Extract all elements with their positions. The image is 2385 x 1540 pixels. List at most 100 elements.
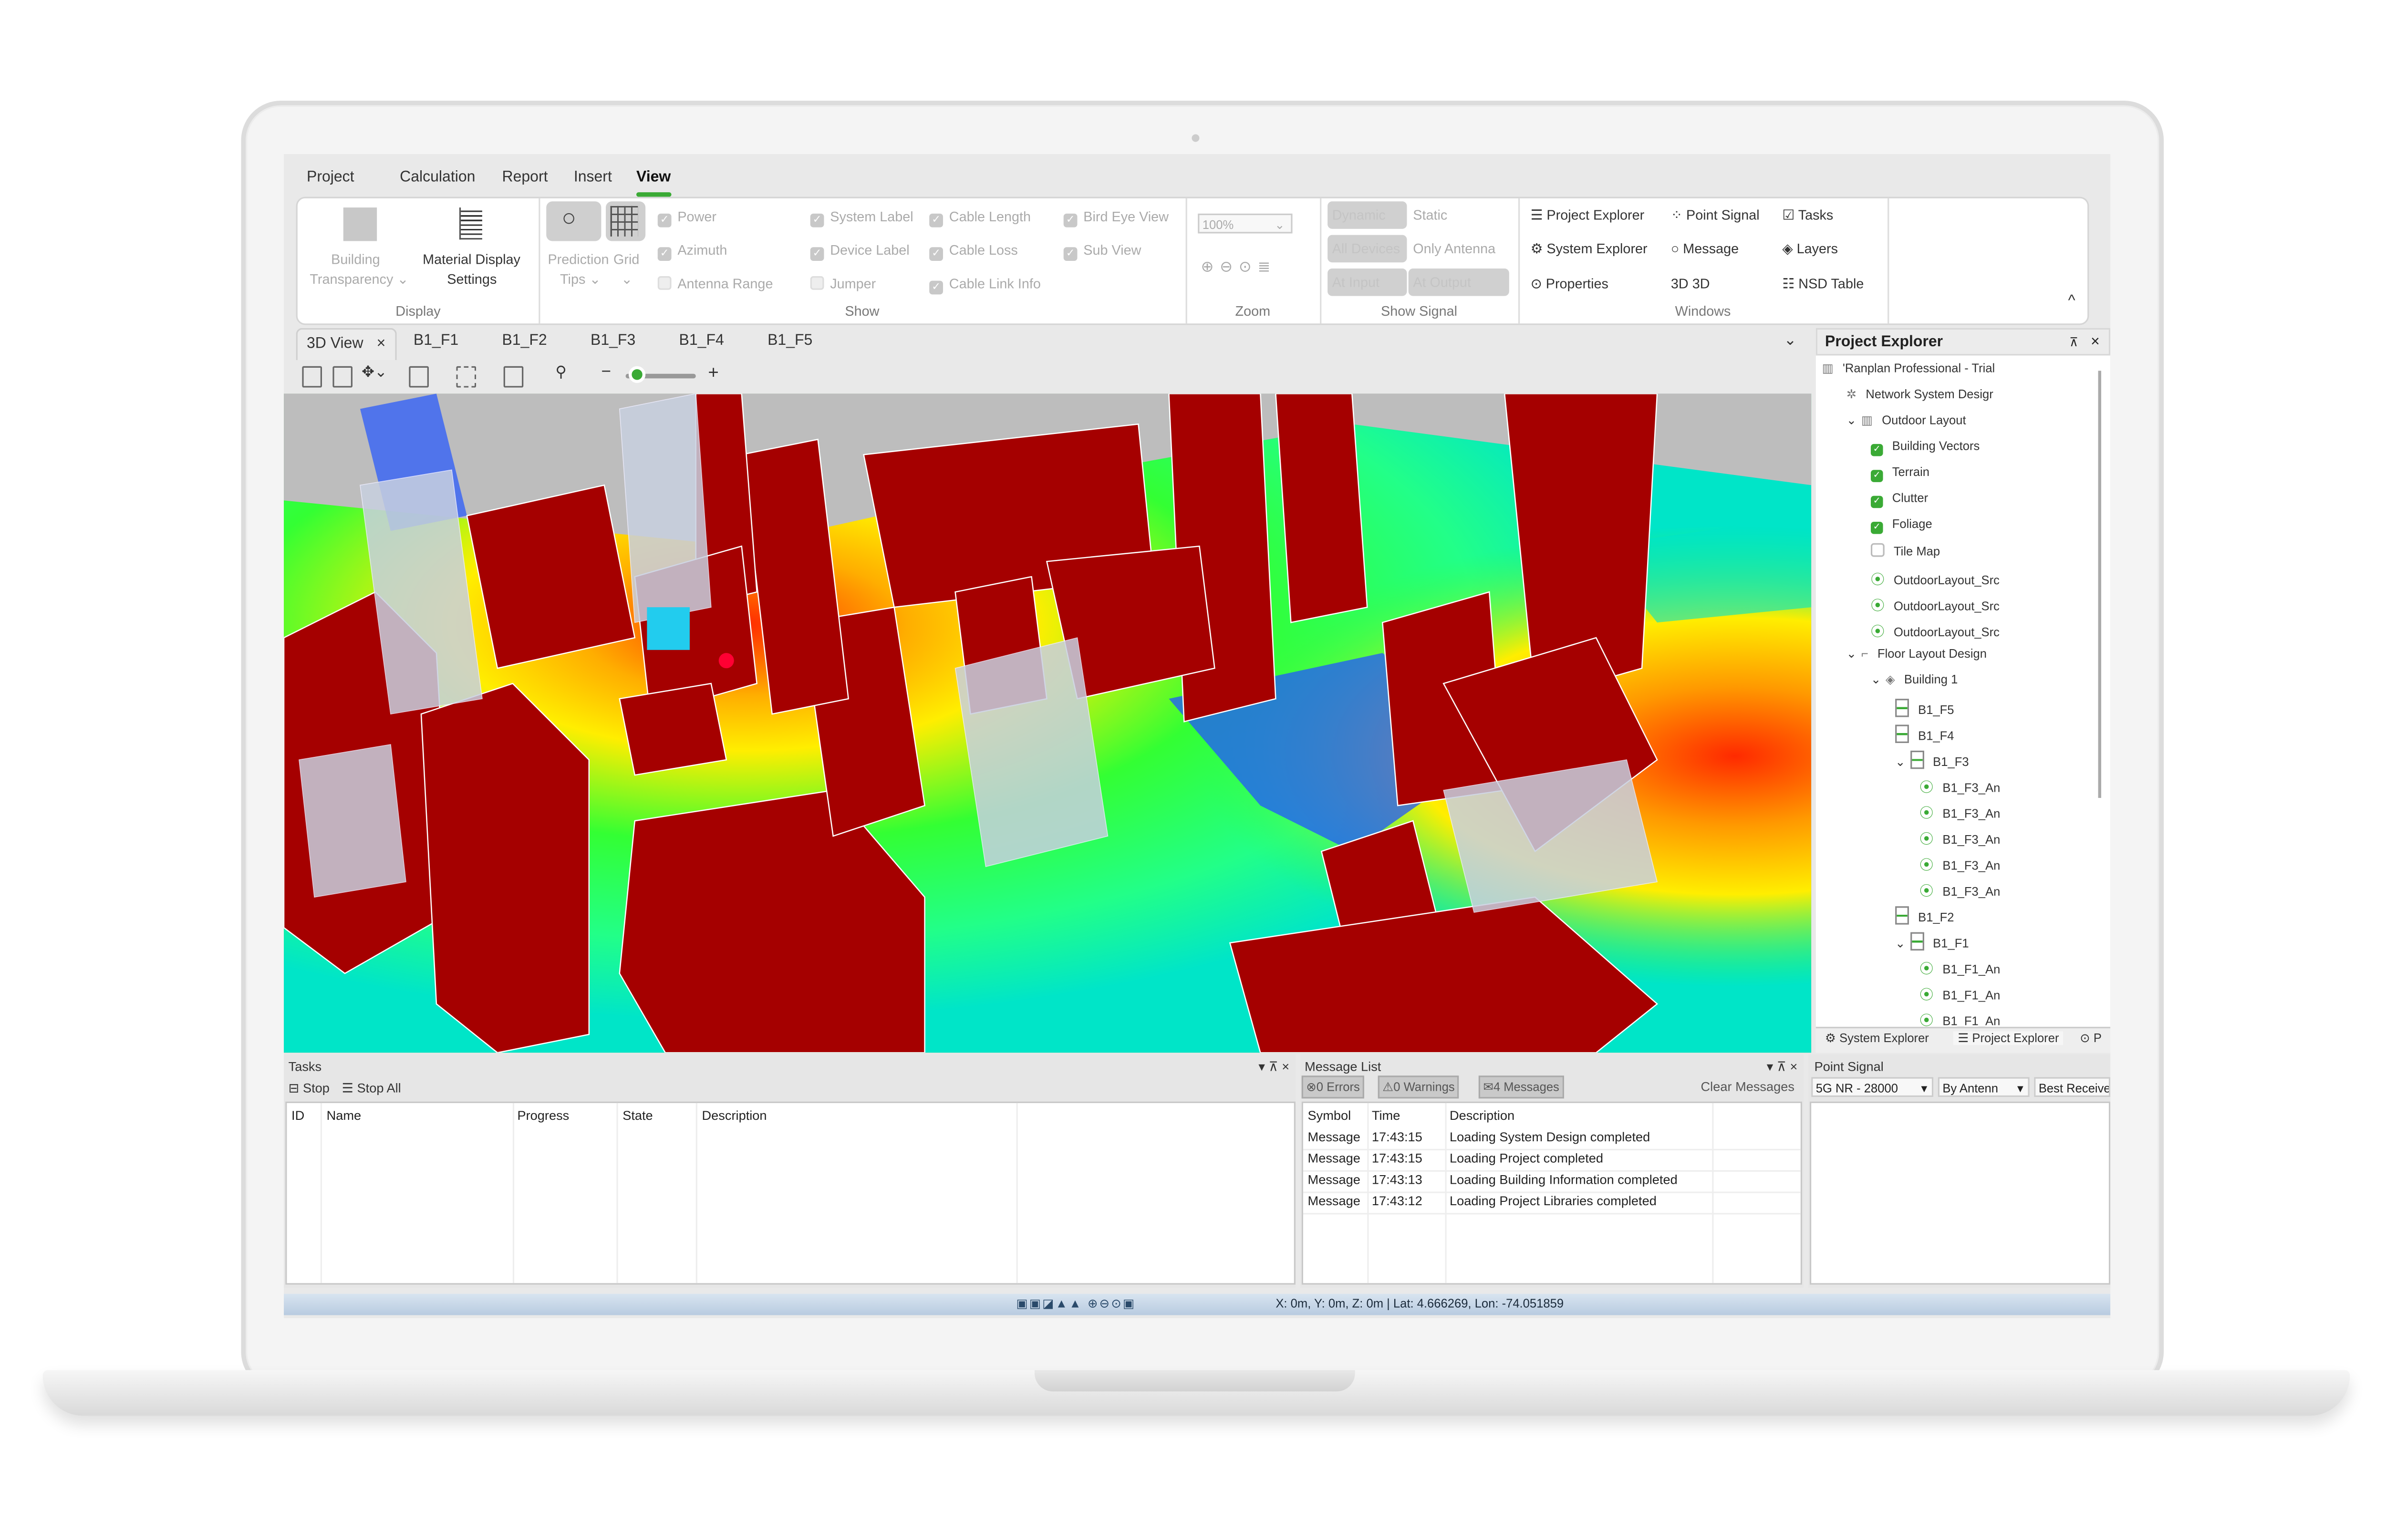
zoom-out-icon[interactable]: ⊖ bbox=[1220, 259, 1239, 276]
zoom-plus-icon[interactable]: + bbox=[708, 362, 718, 383]
tree-item[interactable]: ⦿ B1_F3_An bbox=[1919, 880, 2000, 900]
checkbox-power[interactable]: ✓ Power bbox=[657, 209, 716, 227]
tab-b1-f4[interactable]: B1_F4 bbox=[679, 332, 724, 349]
errors-filter[interactable]: ⊗0 Errors bbox=[1301, 1075, 1365, 1099]
menu-report[interactable]: Report bbox=[502, 169, 548, 186]
warnings-filter[interactable]: ⚠0 Warnings bbox=[1378, 1075, 1460, 1099]
3d-viewport[interactable] bbox=[284, 393, 1812, 1053]
checkbox-system-label[interactable]: ✓ System Label bbox=[810, 209, 913, 227]
metric-select[interactable]: Best Receive bbox=[2034, 1077, 2111, 1097]
building-transparency-button[interactable]: Building bbox=[331, 252, 380, 267]
stop-button[interactable]: ⊟ Stop bbox=[289, 1079, 330, 1097]
window-3d[interactable]: 3D 3D bbox=[1671, 276, 1710, 291]
tree-item[interactable]: ⦿ OutdoorLayout_Src bbox=[1871, 595, 2000, 615]
window-system-explorer[interactable]: ⚙ System Explorer bbox=[1531, 241, 1648, 258]
close-tab-icon[interactable]: × bbox=[377, 336, 386, 352]
window-point-signal[interactable]: ⁘ Point Signal bbox=[1671, 207, 1760, 224]
at-input-button[interactable]: At Input bbox=[1327, 269, 1407, 296]
all-devices-button[interactable]: All Devices bbox=[1327, 235, 1407, 263]
tree-item[interactable]: ⌄ ◈ Building 1 bbox=[1871, 673, 1958, 687]
tree-item[interactable]: ⌄ B1_F1 bbox=[1895, 932, 1969, 951]
tree-checkbox[interactable]: ✓ bbox=[1870, 522, 1883, 534]
tree-item[interactable]: ⌄ ⌐ Floor Layout Design bbox=[1846, 647, 1987, 661]
zoom-select[interactable]: 100% ⌄ bbox=[1198, 213, 1293, 234]
tree-checkbox[interactable]: ✓ bbox=[1870, 496, 1883, 508]
stop-all-button[interactable]: ☰ Stop All bbox=[342, 1079, 401, 1097]
checkbox-device-label[interactable]: ✓ Device Label bbox=[810, 243, 910, 261]
box-view-icon[interactable] bbox=[409, 366, 429, 388]
dynamic-button[interactable]: Dynamic bbox=[1327, 201, 1407, 229]
checkbox-azimuth[interactable]: ✓ Azimuth bbox=[657, 243, 727, 261]
expand-chevron-icon[interactable]: ⌄ bbox=[1846, 647, 1856, 661]
tab-b1-f1[interactable]: B1_F1 bbox=[414, 332, 458, 349]
window-nsd-table[interactable]: ☷ NSD Table bbox=[1782, 276, 1864, 293]
tree-item[interactable]: ⦿ OutdoorLayout_Src bbox=[1871, 569, 2000, 589]
grid-dropdown-icon[interactable]: ⌄ bbox=[621, 271, 633, 288]
tree-item[interactable]: ⦿ OutdoorLayout_Src bbox=[1871, 621, 2000, 641]
tabs-dropdown-icon[interactable]: ⌄ bbox=[1784, 332, 1797, 349]
tree-item[interactable]: B1_F5 bbox=[1895, 699, 1954, 717]
checkbox-jumper[interactable]: Jumper bbox=[810, 276, 876, 291]
window-properties[interactable]: ⊙ Properties bbox=[1531, 276, 1608, 293]
expand-chevron-icon[interactable]: ⌄ bbox=[1895, 937, 1905, 951]
material-display-button[interactable]: Material Display bbox=[423, 252, 520, 267]
checkbox-bird-eye-view[interactable]: ✓ Bird Eye View bbox=[1063, 209, 1169, 227]
zoom-slider[interactable] bbox=[625, 366, 696, 383]
tree-item[interactable]: ⦿ B1_F1_An bbox=[1919, 958, 2000, 978]
zoom-in-icon[interactable]: ⊕ bbox=[1201, 259, 1220, 276]
tree-checkbox[interactable]: ✓ bbox=[1870, 444, 1883, 456]
zoom-slider-handle[interactable] bbox=[628, 366, 645, 383]
window-project-explorer[interactable]: ☰ Project Explorer bbox=[1531, 207, 1645, 224]
menu-insert[interactable]: Insert bbox=[574, 169, 612, 186]
display-mode-icon[interactable] bbox=[503, 366, 524, 388]
static-button[interactable]: Static bbox=[1413, 207, 1447, 223]
close-icon[interactable]: × bbox=[1790, 1059, 1798, 1074]
tree-item[interactable]: ⦿ B1_F3_An bbox=[1919, 854, 2000, 874]
tab-b1-f3[interactable]: B1_F3 bbox=[591, 332, 635, 349]
window-tasks[interactable]: ☑ Tasks bbox=[1782, 207, 1833, 224]
checkbox-sub-view[interactable]: ✓ Sub View bbox=[1063, 243, 1141, 261]
tree-item[interactable]: ▥ 'Ranplan Professional - Trial bbox=[1822, 362, 1995, 375]
expand-chevron-icon[interactable]: ⌄ bbox=[1895, 755, 1905, 769]
grid-button[interactable] bbox=[606, 201, 646, 241]
tree-item[interactable]: ⌄ ▥ Outdoor Layout bbox=[1846, 413, 1966, 427]
tab-project-explorer[interactable]: ☰ Project Explorer bbox=[1953, 1031, 2064, 1045]
tree-item[interactable]: B1_F4 bbox=[1895, 724, 1954, 743]
pin-icon[interactable]: ⊼ bbox=[1777, 1059, 1786, 1074]
tree-item[interactable]: ⦿ B1_F3_An bbox=[1919, 803, 2000, 823]
checkbox-antenna-range[interactable]: Antenna Range bbox=[657, 276, 773, 291]
zoom-list-icon[interactable]: ≣ bbox=[1258, 259, 1277, 276]
tree-item[interactable]: ⦿ B1_F3_An bbox=[1919, 776, 2000, 796]
tree-item[interactable]: B1_F2 bbox=[1895, 906, 1954, 925]
mode-select[interactable]: By Antenn ▾ bbox=[1938, 1077, 2030, 1097]
only-antenna-button[interactable]: Only Antenna bbox=[1413, 241, 1495, 256]
tree-item[interactable]: ✓ Terrain bbox=[1870, 465, 1929, 482]
camera-box-icon[interactable] bbox=[302, 366, 322, 388]
status-tool-icons[interactable]: ▣▣◪▲▲ ⊕⊖⊙▣ bbox=[1016, 1297, 1136, 1311]
zoom-minus-icon[interactable]: − bbox=[601, 363, 611, 381]
tab-3d-view[interactable]: 3D View × bbox=[296, 328, 396, 360]
pin-icon[interactable]: ⊼ bbox=[2069, 330, 2078, 357]
checkbox-cable-length[interactable]: ✓ Cable Length bbox=[929, 209, 1031, 227]
expand-chevron-icon[interactable]: ⌄ bbox=[1846, 413, 1856, 427]
tree-item[interactable]: ✓ Clutter bbox=[1870, 491, 1928, 508]
floor-select-icon[interactable] bbox=[456, 366, 477, 388]
messages-filter[interactable]: ✉4 Messages bbox=[1478, 1075, 1564, 1099]
expand-chevron-icon[interactable]: ⌄ bbox=[1871, 673, 1881, 687]
tree-item[interactable]: ✓ Building Vectors bbox=[1870, 439, 1980, 456]
antenna-marker-arrow[interactable] bbox=[718, 653, 734, 669]
checkbox-cable-link-info[interactable]: ✓ Cable Link Info bbox=[929, 276, 1041, 295]
pan-icon[interactable]: ✥⌄ bbox=[362, 365, 387, 382]
window-message[interactable]: ○ Message bbox=[1671, 241, 1739, 256]
dropdown-icon[interactable]: ▾ bbox=[1258, 1059, 1265, 1074]
tab-system-explorer[interactable]: ⚙ System Explorer bbox=[1825, 1032, 1929, 1045]
tree-item[interactable]: Tile Map bbox=[1870, 543, 1940, 558]
collapse-ribbon-icon[interactable]: ^ bbox=[2068, 293, 2075, 310]
antenna-tool-icon[interactable]: ⚲ bbox=[555, 365, 566, 382]
tab-b1-f5[interactable]: B1_F5 bbox=[767, 332, 812, 349]
dropdown-icon[interactable]: ▾ bbox=[1767, 1059, 1773, 1074]
tree-checkbox[interactable]: ✓ bbox=[1870, 470, 1883, 482]
close-icon[interactable]: × bbox=[1282, 1059, 1289, 1074]
prediction-tips-button[interactable]: ○ bbox=[546, 201, 601, 241]
menu-project[interactable]: Project bbox=[307, 169, 354, 186]
